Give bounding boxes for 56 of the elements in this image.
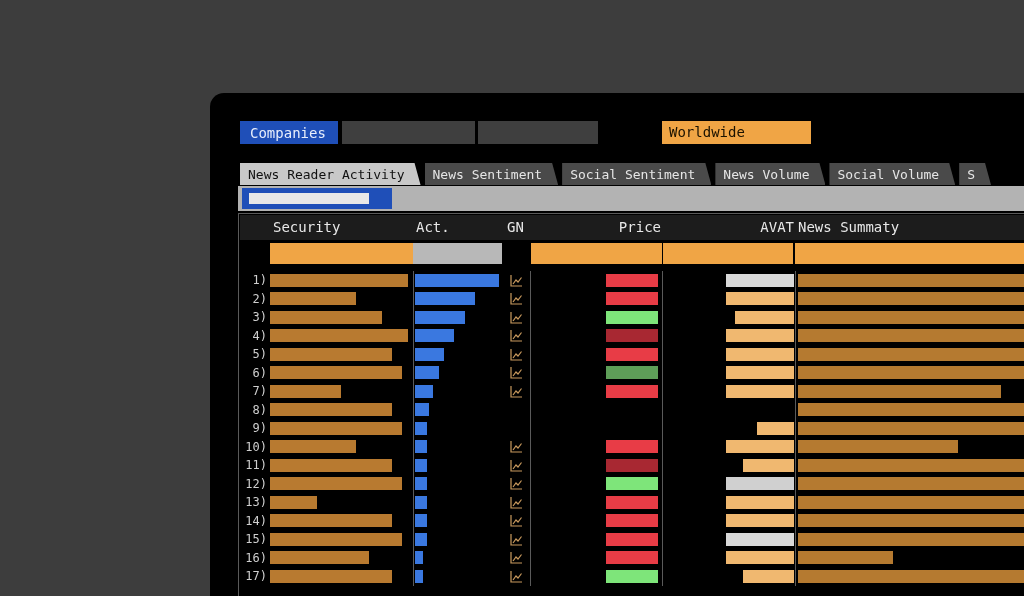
row-number: 11) [244, 458, 268, 473]
filter-field[interactable] [795, 243, 1024, 264]
chart-icon[interactable] [510, 477, 523, 491]
chart-icon[interactable] [510, 384, 523, 398]
chart-icon[interactable] [510, 514, 523, 528]
column-header: GN [506, 218, 525, 237]
row-number: 1) [251, 273, 268, 288]
empty-field[interactable] [342, 121, 475, 144]
row-number: 16) [244, 550, 268, 565]
security-bar [270, 384, 341, 398]
row-number: 12) [244, 476, 268, 491]
chart-icon[interactable] [510, 366, 523, 380]
row-number: 4) [251, 328, 268, 343]
region-field[interactable]: Worldwide [662, 121, 811, 144]
chart-icon[interactable] [510, 551, 523, 565]
chart-icon[interactable] [510, 440, 523, 454]
column-header: News Summaty [797, 218, 901, 237]
chart-icon[interactable] [510, 273, 523, 287]
security-bar [270, 495, 317, 509]
filter-field[interactable] [413, 243, 502, 264]
chart-icon[interactable] [510, 292, 523, 306]
filter-field[interactable] [663, 243, 793, 264]
column-header: Security [272, 218, 342, 237]
tab[interactable]: News Volume [715, 163, 826, 185]
chart-icon[interactable] [510, 458, 523, 472]
row-number: 10) [244, 439, 268, 454]
tab[interactable]: News Reader Activity [240, 163, 421, 185]
row-number: 15) [244, 532, 268, 547]
row-number: 13) [244, 495, 268, 510]
tab[interactable]: News Sentiment [424, 163, 559, 185]
row-number: 6) [251, 365, 268, 380]
column-header: Act. [415, 218, 451, 237]
row-number: 17) [244, 569, 268, 584]
tab[interactable]: Social Sentiment [562, 163, 712, 185]
scope-button[interactable]: Companies [240, 121, 338, 144]
row-number: 5) [251, 347, 268, 362]
row-number: 2) [251, 291, 268, 306]
column-header: Price [617, 218, 662, 237]
tab[interactable]: S [959, 163, 992, 185]
row-number: 9) [251, 421, 268, 436]
tab[interactable]: Social Volume [829, 163, 956, 185]
row-number: 14) [244, 513, 268, 528]
chart-icon[interactable] [510, 569, 523, 583]
row-number: 7) [251, 384, 268, 399]
row-number: 8) [251, 402, 268, 417]
chart-icon[interactable] [510, 495, 523, 509]
chart-icon[interactable] [510, 310, 523, 324]
row-number: 3) [251, 310, 268, 325]
column-header: AVAT [759, 218, 795, 237]
filter-field[interactable] [531, 243, 662, 264]
chart-icon[interactable] [510, 532, 523, 546]
filter-field[interactable] [270, 243, 413, 264]
empty-field[interactable] [478, 121, 598, 144]
chart-icon[interactable] [510, 329, 523, 343]
chart-icon[interactable] [510, 347, 523, 361]
input-field[interactable] [242, 188, 392, 209]
